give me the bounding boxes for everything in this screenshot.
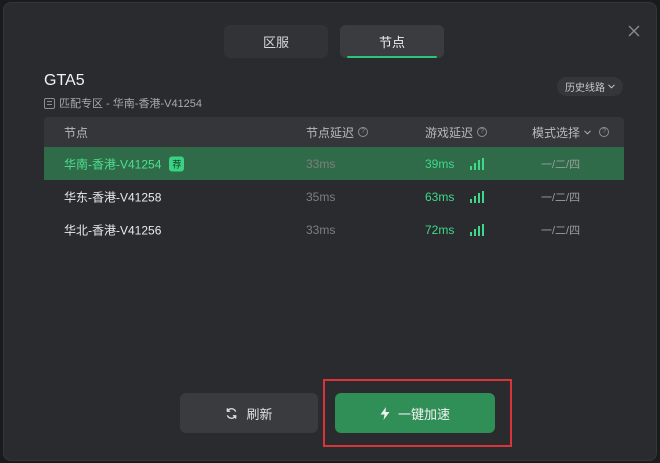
mode-value[interactable]: 一/二/四 <box>541 189 580 205</box>
table-row[interactable]: 华北-香港-V41256 33ms 72ms 一/二/四 <box>44 213 624 246</box>
accelerate-label: 一键加速 <box>397 406 450 422</box>
node-cell: 华北-香港-V41256 <box>64 221 161 238</box>
mode-value[interactable]: 一/二/四 <box>541 222 580 238</box>
game-latency-value: 63ms <box>425 189 455 204</box>
signal-bars-icon <box>470 223 484 236</box>
tab-node[interactable]: 节点 <box>340 25 444 58</box>
chevron-down-icon <box>584 129 591 135</box>
node-name: 华北-香港-V41256 <box>64 223 162 237</box>
header-mode-label: 模式选择 <box>532 125 581 140</box>
history-routes-button[interactable]: 历史线路 <box>557 77 623 96</box>
tab-server[interactable]: 区服 <box>224 25 328 58</box>
header-node-label: 节点 <box>64 125 89 140</box>
refresh-button[interactable]: 刷新 <box>180 393 318 433</box>
node-cell: 华东-香港-V41258 <box>64 188 161 205</box>
table-row[interactable]: 华东-香港-V41258 35ms 63ms 一/二/四 <box>44 180 624 213</box>
one-click-accelerate-button[interactable]: 一键加速 <box>335 393 495 433</box>
node-select-dialog: 区服 节点 GTA5 匹配专区 - 华南-香港-V41254 历史线路 节点 节… <box>3 2 657 461</box>
refresh-icon <box>227 407 237 419</box>
history-routes-label: 历史线路 <box>565 83 605 94</box>
table-header: 节点 节点延迟 ? 游戏延迟 ? 模式选择 ? <box>44 117 624 147</box>
region-icon <box>44 97 55 109</box>
help-icon[interactable]: ? <box>358 127 369 137</box>
game-title: GTA5 <box>44 72 85 89</box>
node-latency-value: 33ms <box>306 222 336 237</box>
close-button[interactable] <box>624 21 644 41</box>
signal-bars-icon <box>470 190 484 203</box>
header-node-latency: 节点延迟 ? <box>306 124 369 141</box>
header-game-latency: 游戏延迟 ? <box>425 124 488 141</box>
node-latency-value: 35ms <box>306 189 336 204</box>
node-name: 华东-香港-V41258 <box>64 190 162 204</box>
header-node-latency-label: 节点延迟 <box>306 125 355 140</box>
header-game-latency-label: 游戏延迟 <box>425 125 474 140</box>
region-label: 匹配专区 - 华南-香港-V41254 <box>59 98 203 110</box>
node-name: 华南-香港-V41254 <box>64 157 162 171</box>
game-latency-value: 72ms <box>425 222 455 237</box>
header-node: 节点 <box>64 124 88 141</box>
help-icon[interactable]: ? <box>599 127 610 137</box>
close-icon <box>628 25 640 37</box>
signal-bars-icon <box>470 157 484 170</box>
lightning-icon <box>380 406 390 420</box>
refresh-label: 刷新 <box>246 406 273 422</box>
chevron-down-icon <box>608 84 615 89</box>
node-table: 节点 节点延迟 ? 游戏延迟 ? 模式选择 ? 华南-香港-V41254 荐 3… <box>44 117 624 246</box>
node-cell: 华南-香港-V41254 荐 <box>64 155 185 172</box>
region-info: 匹配专区 - 华南-香港-V41254 <box>44 95 202 111</box>
mode-value[interactable]: 一/二/四 <box>541 156 580 172</box>
tab-bar: 区服 节点 <box>224 25 444 58</box>
game-latency-value: 39ms <box>425 156 455 171</box>
table-row[interactable]: 华南-香港-V41254 荐 33ms 39ms 一/二/四 <box>44 147 624 180</box>
help-icon[interactable]: ? <box>477 127 488 137</box>
header-mode[interactable]: 模式选择 ? <box>532 124 610 141</box>
node-latency-value: 33ms <box>306 156 336 171</box>
recommended-badge: 荐 <box>169 156 185 171</box>
